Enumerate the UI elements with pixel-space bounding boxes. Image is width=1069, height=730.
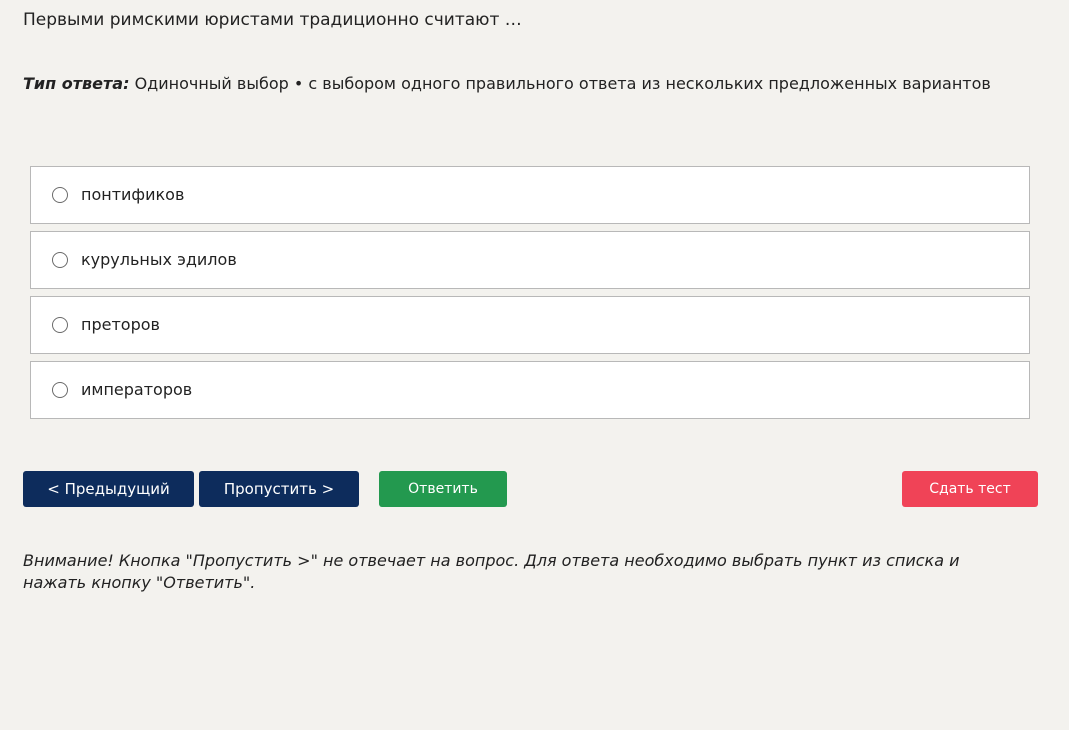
question-text: Первыми римскими юристами традиционно сч… — [23, 10, 522, 30]
radio-button[interactable] — [52, 187, 68, 203]
options-list: понтификов курульных эдилов преторов имп… — [30, 166, 1030, 426]
option-pontifices[interactable]: понтификов — [30, 166, 1030, 224]
radio-button[interactable] — [52, 382, 68, 398]
option-praetors[interactable]: преторов — [30, 296, 1030, 354]
option-curule-aediles[interactable]: курульных эдилов — [30, 231, 1030, 289]
submit-test-button[interactable]: Сдать тест — [902, 471, 1038, 507]
option-label: императоров — [81, 380, 193, 399]
previous-button[interactable]: < Предыдущий — [23, 471, 194, 507]
answer-button[interactable]: Ответить — [379, 471, 507, 507]
option-emperors[interactable]: императоров — [30, 361, 1030, 419]
answer-type: Тип ответа: Одиночный выбор • с выбором … — [23, 74, 991, 94]
skip-button[interactable]: Пропустить > — [199, 471, 359, 507]
option-label: понтификов — [81, 185, 185, 204]
option-label: курульных эдилов — [81, 250, 237, 269]
test-page: Первыми римскими юристами традиционно сч… — [0, 0, 1069, 730]
radio-button[interactable] — [52, 252, 68, 268]
answer-type-label: Тип ответа: — [23, 74, 130, 93]
warning-text: Внимание! Кнопка "Пропустить >" не отвеч… — [23, 551, 960, 592]
option-label: преторов — [81, 315, 160, 334]
answer-type-value: Одиночный выбор • с выбором одного прави… — [134, 74, 991, 93]
radio-button[interactable] — [52, 317, 68, 333]
